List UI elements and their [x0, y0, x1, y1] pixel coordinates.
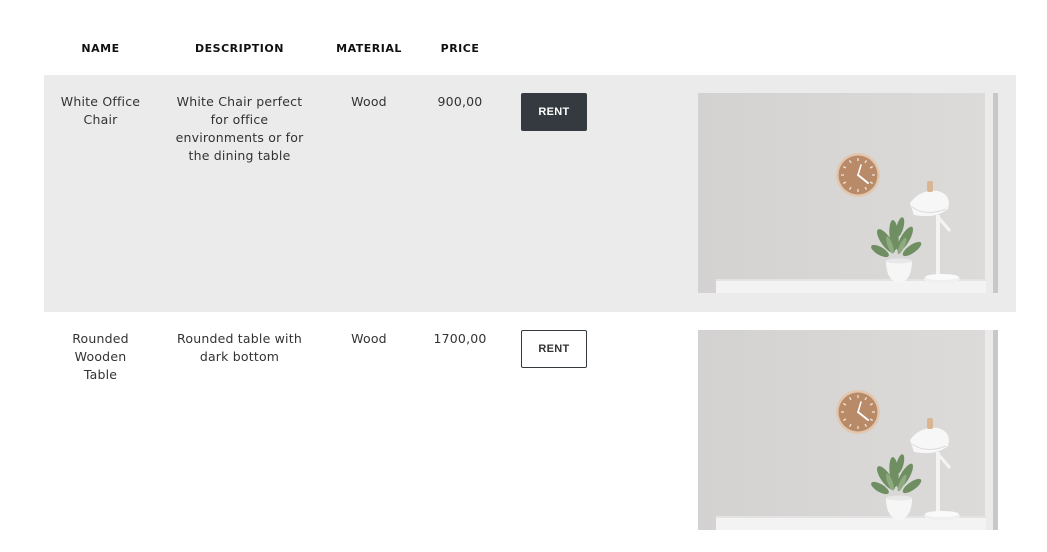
table-row: White Office Chair White Chair perfect f… — [44, 75, 1016, 312]
rent-button[interactable]: RENT — [521, 93, 587, 131]
product-image — [698, 330, 998, 530]
product-material: Wood — [351, 331, 387, 346]
header-price: PRICE — [440, 42, 480, 55]
table-header: NAME DESCRIPTION MATERIAL PRICE — [44, 0, 1016, 75]
product-name: White Office Chair — [60, 94, 141, 127]
product-material: Wood — [351, 94, 387, 109]
product-price: 1700,00 — [433, 331, 487, 346]
product-name: Rounded Wooden Table — [72, 331, 129, 382]
header-material: MATERIAL — [336, 42, 402, 55]
product-price: 900,00 — [437, 94, 483, 109]
product-image — [698, 93, 998, 293]
header-name: NAME — [81, 42, 120, 55]
rent-button[interactable]: RENT — [521, 330, 587, 368]
header-description: DESCRIPTION — [195, 42, 284, 55]
product-description: Rounded table with dark bottom — [177, 331, 302, 364]
product-description: White Chair perfect for office environme… — [175, 94, 304, 163]
table-row: Rounded Wooden Table Rounded table with … — [44, 312, 1016, 552]
